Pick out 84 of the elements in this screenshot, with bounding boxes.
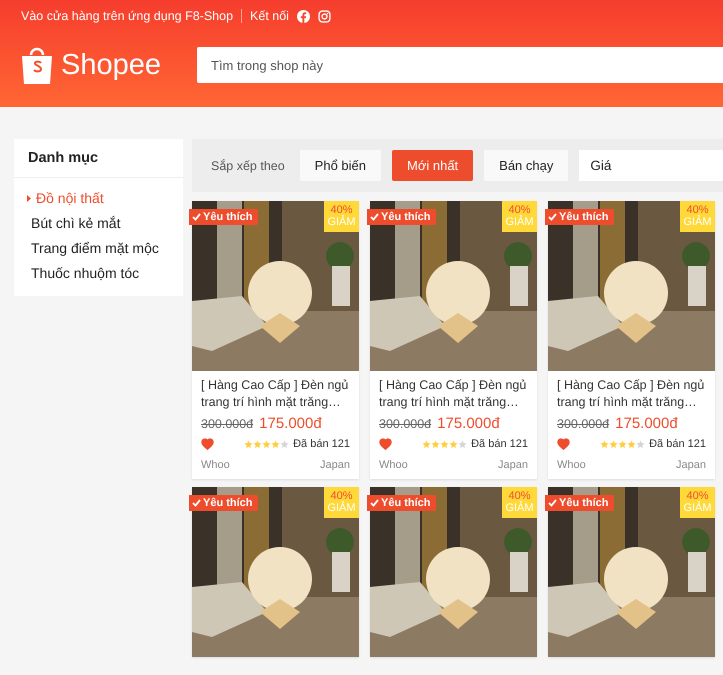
star-icon (280, 440, 290, 448)
discount-percent: 40% (330, 490, 353, 502)
sort-button[interactable]: Bán chạy (484, 150, 568, 181)
discount-percent: 40% (508, 204, 531, 216)
product-card[interactable]: Yêu thích 40% GIẢM (548, 487, 715, 657)
check-icon (370, 213, 379, 221)
category-title: Danh mục (14, 139, 183, 178)
search-field[interactable]: Tìm trong shop này (197, 47, 723, 83)
brand-name: Whoo (201, 459, 230, 471)
sale-price: 175.000đ (437, 415, 500, 432)
discount-percent: 40% (686, 204, 709, 216)
product-card[interactable]: Yêu thích 40% GIẢM [ Hàng Cao Cấp ] Đèn ngủ trang trí hình mặt trăng… 300.000đ 175.000đ Đã bán 121 Whoo Japan (370, 201, 537, 479)
product-card[interactable]: Yêu thích 40% GIẢM (192, 487, 359, 657)
logo-text: Shopee (61, 48, 161, 82)
old-price: 300.000đ (379, 417, 432, 431)
heart-icon[interactable] (379, 438, 392, 450)
check-icon (548, 213, 557, 221)
brand-name: Whoo (557, 459, 586, 471)
discount-label: GIẢM (505, 502, 534, 514)
price-select[interactable]: Giá (579, 150, 723, 181)
sale-price: 175.000đ (259, 415, 322, 432)
brand-name: Whoo (379, 459, 408, 471)
sort-button[interactable]: Mới nhất (392, 150, 474, 181)
star-icon (458, 440, 468, 448)
origin-country: Japan (676, 459, 706, 471)
discount-label: GIẢM (683, 216, 712, 228)
star-icon (449, 440, 458, 448)
facebook-icon[interactable] (296, 10, 310, 22)
app-link[interactable]: Vào cửa hàng trên ứng dụng F8-Shop (21, 9, 234, 23)
discount-percent: 40% (330, 204, 353, 216)
favorite-label: Yêu thích (203, 211, 253, 223)
heart-icon[interactable] (201, 438, 214, 450)
favorite-label: Yêu thích (381, 211, 431, 223)
star-icon (422, 440, 432, 448)
star-icon (244, 440, 254, 448)
instagram-icon[interactable] (318, 10, 331, 22)
caret-icon (27, 195, 31, 202)
star-icon (627, 440, 636, 448)
star-icon (253, 440, 262, 448)
favorite-label: Yêu thích (381, 497, 431, 509)
check-icon (370, 499, 379, 507)
old-price: 300.000đ (557, 417, 610, 431)
product-name: [ Hàng Cao Cấp ] Đèn ngủ trang trí hình mặt trăng… (201, 377, 350, 411)
discount-label: GIẢM (505, 216, 534, 228)
discount-label: GIẢM (327, 502, 356, 514)
favorite-label: Yêu thích (203, 497, 253, 509)
product-name: [ Hàng Cao Cấp ] Đèn ngủ trang trí hình mặt trăng… (557, 377, 706, 411)
favorite-label: Yêu thích (559, 497, 609, 509)
star-icon (262, 440, 272, 448)
star-icon (600, 440, 610, 448)
check-icon (192, 499, 201, 507)
category-item[interactable]: Bút chì kẻ mắt (14, 211, 183, 236)
connect-label: Kết nối (250, 9, 289, 23)
sold-count: Đã bán 121 (649, 438, 706, 450)
category-item[interactable]: Thuốc nhuộm tóc (14, 261, 183, 286)
sold-count: Đã bán 121 (293, 438, 350, 450)
check-icon (192, 213, 201, 221)
sale-price: 175.000đ (615, 415, 678, 432)
favorite-label: Yêu thích (559, 211, 609, 223)
star-icon (609, 440, 618, 448)
discount-label: GIẢM (327, 216, 356, 228)
category-item[interactable]: Trang điểm mặt mộc (14, 236, 183, 261)
product-card[interactable]: Yêu thích 40% GIẢM [ Hàng Cao Cấp ] Đèn ngủ trang trí hình mặt trăng… 300.000đ 175.000đ Đã bán 121 Whoo Japan (548, 201, 715, 479)
star-icon (618, 440, 628, 448)
sort-label: Sắp xếp theo (211, 158, 285, 172)
star-icon (440, 440, 450, 448)
shopping-bag-icon (21, 45, 53, 85)
heart-icon[interactable] (557, 438, 570, 450)
discount-percent: 40% (686, 490, 709, 502)
star-icon (431, 440, 440, 448)
category-item[interactable]: Đồ nội thất (14, 186, 183, 211)
star-icon (271, 440, 280, 448)
discount-label: GIẢM (683, 502, 712, 514)
star-icon (636, 440, 646, 448)
product-card[interactable]: Yêu thích 40% GIẢM [ Hàng Cao Cấp ] Đèn ngủ trang trí hình mặt trăng… 300.000đ 175.000đ Đã bán 121 Whoo Japan (192, 201, 359, 479)
old-price: 300.000đ (201, 417, 254, 431)
discount-percent: 40% (508, 490, 531, 502)
origin-country: Japan (320, 459, 350, 471)
check-icon (548, 499, 557, 507)
sort-button[interactable]: Phổ biến (300, 150, 381, 181)
origin-country: Japan (498, 459, 528, 471)
product-name: [ Hàng Cao Cấp ] Đèn ngủ trang trí hình mặt trăng… (379, 377, 528, 411)
product-card[interactable]: Yêu thích 40% GIẢM (370, 487, 537, 657)
sold-count: Đã bán 121 (471, 438, 528, 450)
